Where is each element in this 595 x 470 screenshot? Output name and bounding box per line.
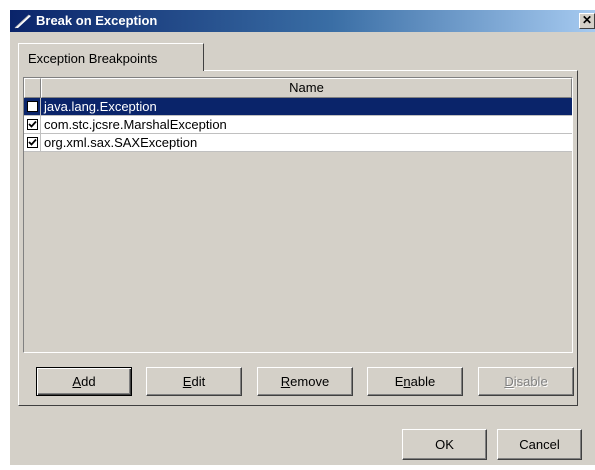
exception-name: java.lang.Exception (44, 99, 157, 114)
feather-icon (14, 13, 32, 29)
check-icon (28, 138, 37, 146)
check-icon (28, 120, 37, 128)
table-row[interactable]: org.xml.sax.SAXException (24, 134, 572, 152)
table-row[interactable]: com.stc.jcsre.MarshalException (24, 116, 572, 134)
tab-label: Exception Breakpoints (28, 51, 158, 66)
enable-button[interactable]: Enable (367, 367, 463, 396)
cancel-button[interactable]: Cancel (497, 429, 582, 460)
close-icon: ✕ (582, 13, 593, 27)
remove-button[interactable]: Remove (257, 367, 353, 396)
table-row[interactable]: java.lang.Exception (24, 98, 572, 116)
enabled-checkbox[interactable] (27, 137, 38, 148)
exception-name: org.xml.sax.SAXException (44, 135, 198, 150)
checkbox-cell (24, 134, 41, 151)
name-column-header[interactable]: Name (41, 78, 572, 98)
window-title: Break on Exception (36, 13, 158, 28)
ok-button[interactable]: OK (402, 429, 487, 460)
exception-name: com.stc.jcsre.MarshalException (44, 117, 227, 132)
table-header: Name (24, 78, 572, 98)
enabled-checkbox[interactable] (27, 119, 38, 130)
disable-button[interactable]: Disable (478, 367, 574, 396)
title-bar[interactable]: Break on Exception ✕ (10, 10, 595, 32)
close-button[interactable]: ✕ (579, 13, 595, 29)
checkbox-column-header[interactable] (24, 78, 41, 98)
enabled-checkbox[interactable] (27, 101, 38, 112)
checkbox-cell (24, 98, 41, 115)
table-rows: java.lang.Exception com.stc.jcsre.Marsha… (24, 98, 572, 152)
checkbox-cell (24, 116, 41, 133)
edit-button[interactable]: Edit (146, 367, 242, 396)
exception-table[interactable]: Name java.lang.Exception com.stc.jcsre.M… (23, 77, 573, 353)
tab-exception-breakpoints[interactable]: Exception Breakpoints (18, 43, 204, 71)
add-button[interactable]: Add (36, 367, 132, 396)
